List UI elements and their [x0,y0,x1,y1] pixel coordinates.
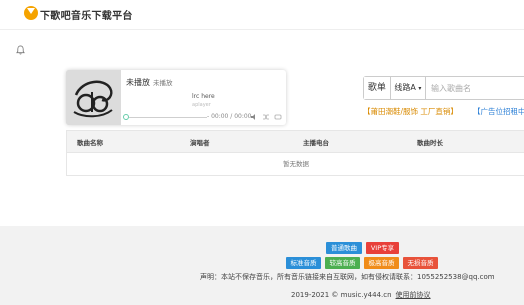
search-input[interactable] [426,77,524,99]
search-bar: 歌单 线路A ▾ [363,76,524,100]
album-art-logo [66,70,121,125]
progress-bar[interactable] [129,117,207,118]
shuffle-icon[interactable] [262,113,270,121]
tag-standard-quality[interactable]: 标准音质 [286,257,321,269]
song-title: 未播放 未播放 [126,77,173,88]
volume-icon[interactable] [250,113,258,121]
copyright-text: 2019-2021 © music.y444.cn [291,291,392,299]
column-header-duration: 歌曲时长 [417,139,443,147]
loop-icon[interactable] [274,113,282,121]
tag-normal-song[interactable]: 普通歌曲 [326,242,362,254]
copyright: 2019-2021 © music.y444.cn 使用前协议 [291,290,431,300]
line-select[interactable]: 线路A ▾ [391,77,426,99]
table-header: 歌曲名称 演唱者 主播电台 歌曲时长 [67,131,524,153]
song-title-text: 未播放 [126,78,150,87]
chevron-down-icon: ▾ [418,85,422,92]
song-artist: 未播放 [153,79,173,87]
tag-vip-song[interactable]: VIP专享 [366,242,399,254]
empty-state-text: 暂无数据 [283,160,309,168]
album-cover[interactable] [66,70,121,125]
progress-handle[interactable] [123,114,129,120]
column-header-song: 歌曲名称 [77,139,103,147]
disclaimer-text: 声明：本站不保存音乐，所有音乐链接来自互联网，如有侵权请联系：105525253… [200,273,495,281]
lyric-current: lrc here [192,93,215,100]
column-header-artist: 演唱者 [190,139,210,147]
ad-link-2[interactable]: 【广告位招租中 [473,106,524,117]
logo-icon[interactable] [24,6,38,20]
time-display: - 00:00 / 00:00 [207,113,252,120]
top-header: 下歌吧音乐下载平台 [0,0,524,30]
song-table: 歌曲名称 演唱者 主播电台 歌曲时长 暂无数据 [66,130,524,176]
tag-very-high-quality[interactable]: 极高音质 [364,257,399,269]
time-text: 00:00 / 00:00 [211,113,252,120]
bell-icon[interactable] [16,45,25,55]
playlist-search-button[interactable]: 歌单 [364,77,391,99]
lyric-next: aplayer [192,102,211,108]
tag-high-quality[interactable]: 较高音质 [325,257,360,269]
tag-lossless-quality[interactable]: 无损音质 [403,257,438,269]
column-header-station: 主播电台 [303,139,329,147]
site-title[interactable]: 下歌吧音乐下载平台 [40,7,133,22]
footer: 普通歌曲 VIP专享 标准音质 较高音质 极高音质 无损音质 声明：本站不保存音… [0,226,524,305]
line-select-value: 线路A [394,83,416,92]
terms-link[interactable]: 使用前协议 [396,291,431,299]
ad-link-1[interactable]: 【莆田潮鞋/服饰 工厂直销】 [363,106,458,117]
music-player: 未播放 未播放 lrc here aplayer - 00:00 / 00:00 [66,70,286,125]
